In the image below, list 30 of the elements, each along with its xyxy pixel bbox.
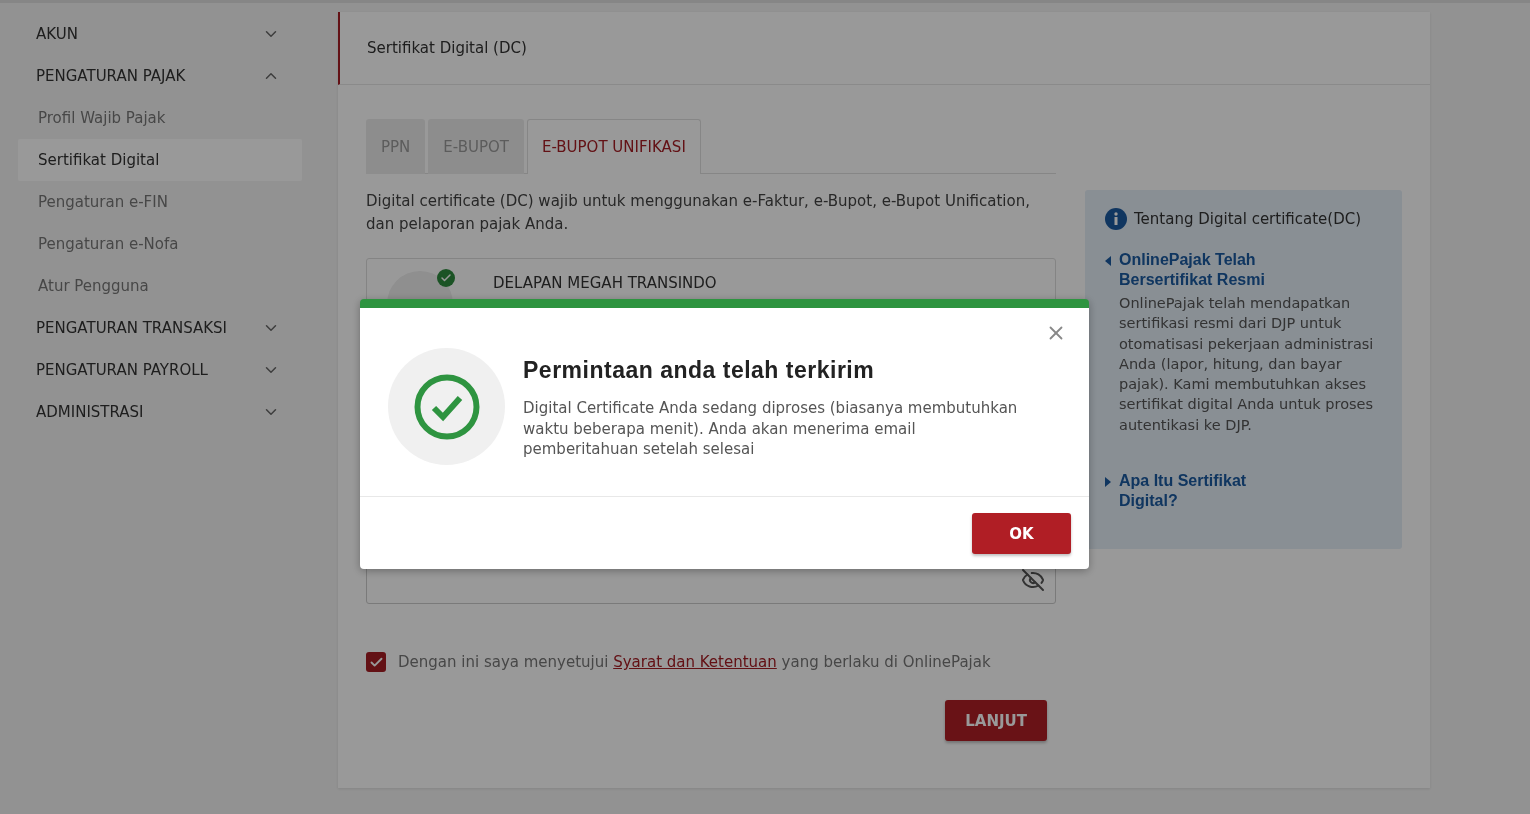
info-section-link[interactable]: OnlinePajak Telah Bersertifikat Resmi xyxy=(1119,250,1294,290)
company-name: DELAPAN MEGAH TRANSINDO xyxy=(493,273,717,292)
info-icon xyxy=(1105,208,1127,230)
sidebar-item[interactable]: Sertifikat Digital xyxy=(18,139,302,181)
tab[interactable]: E-BUPOT UNIFIKASI xyxy=(526,119,701,174)
sidebar-section[interactable]: PENGATURAN PAYROLL xyxy=(18,349,302,391)
continue-button[interactable]: LANJUT xyxy=(945,700,1047,741)
sidebar-item[interactable]: Pengaturan e-FIN xyxy=(18,181,302,223)
dialog-message: Digital Certificate Anda sedang diproses (biasanya membutuhkan waktu beberapa menit). Anda akan menerima email pemberitahuan setelah selesai xyxy=(523,398,1019,460)
sidebar-item[interactable]: Pengaturan e-Nofa xyxy=(18,223,302,265)
sidebar-section[interactable]: PENGATURAN TRANSAKSI xyxy=(18,307,302,349)
sidebar-section[interactable]: ADMINISTRASI xyxy=(18,391,302,433)
terms-link[interactable]: Syarat dan Ketentuan xyxy=(613,653,777,671)
info-section-text: OnlinePajak telah mendapatkan sertifikasi resmi dari DJP untuk otomatisasi pekerjaan administrasi Anda (lapor, hitung, dan bayar pajak). Kami membutuhkan akses sertifikat digital Anda untuk proses autentikasi ke DJP. xyxy=(1119,294,1375,435)
sidebar-item[interactable]: Profil Wajib Pajak xyxy=(18,97,302,139)
info-title: Tentang Digital certificate(DC) xyxy=(1134,210,1362,228)
dialog-title: Permintaan anda telah terkirim xyxy=(523,357,876,384)
sidebar-section[interactable]: AKUN xyxy=(18,13,302,55)
check-circle-icon xyxy=(413,373,480,440)
agreement-checkbox[interactable] xyxy=(366,652,386,672)
eye-off-icon[interactable] xyxy=(1021,568,1045,592)
caret-icon xyxy=(1105,477,1111,488)
page-title: Sertifikat Digital (DC) xyxy=(338,12,1430,85)
description-text: Digital certificate (DC) wajib untuk menggunakan e-Faktur, e-Bupot, e-Bupot Unification, dan pelaporan pajak Anda. xyxy=(366,191,1031,235)
sidebar-item[interactable]: Atur Pengguna xyxy=(18,265,302,307)
sidebar-section[interactable]: PENGATURAN PAJAK xyxy=(18,55,302,97)
caret-icon xyxy=(1105,256,1111,266)
ok-button[interactable]: OK xyxy=(972,513,1071,554)
agreement-text: Dengan ini saya menyetujui Syarat dan Ketentuan yang berlaku di OnlinePajak xyxy=(398,653,991,671)
info-section-link[interactable]: Apa Itu Sertifikat Digital? xyxy=(1119,471,1294,512)
